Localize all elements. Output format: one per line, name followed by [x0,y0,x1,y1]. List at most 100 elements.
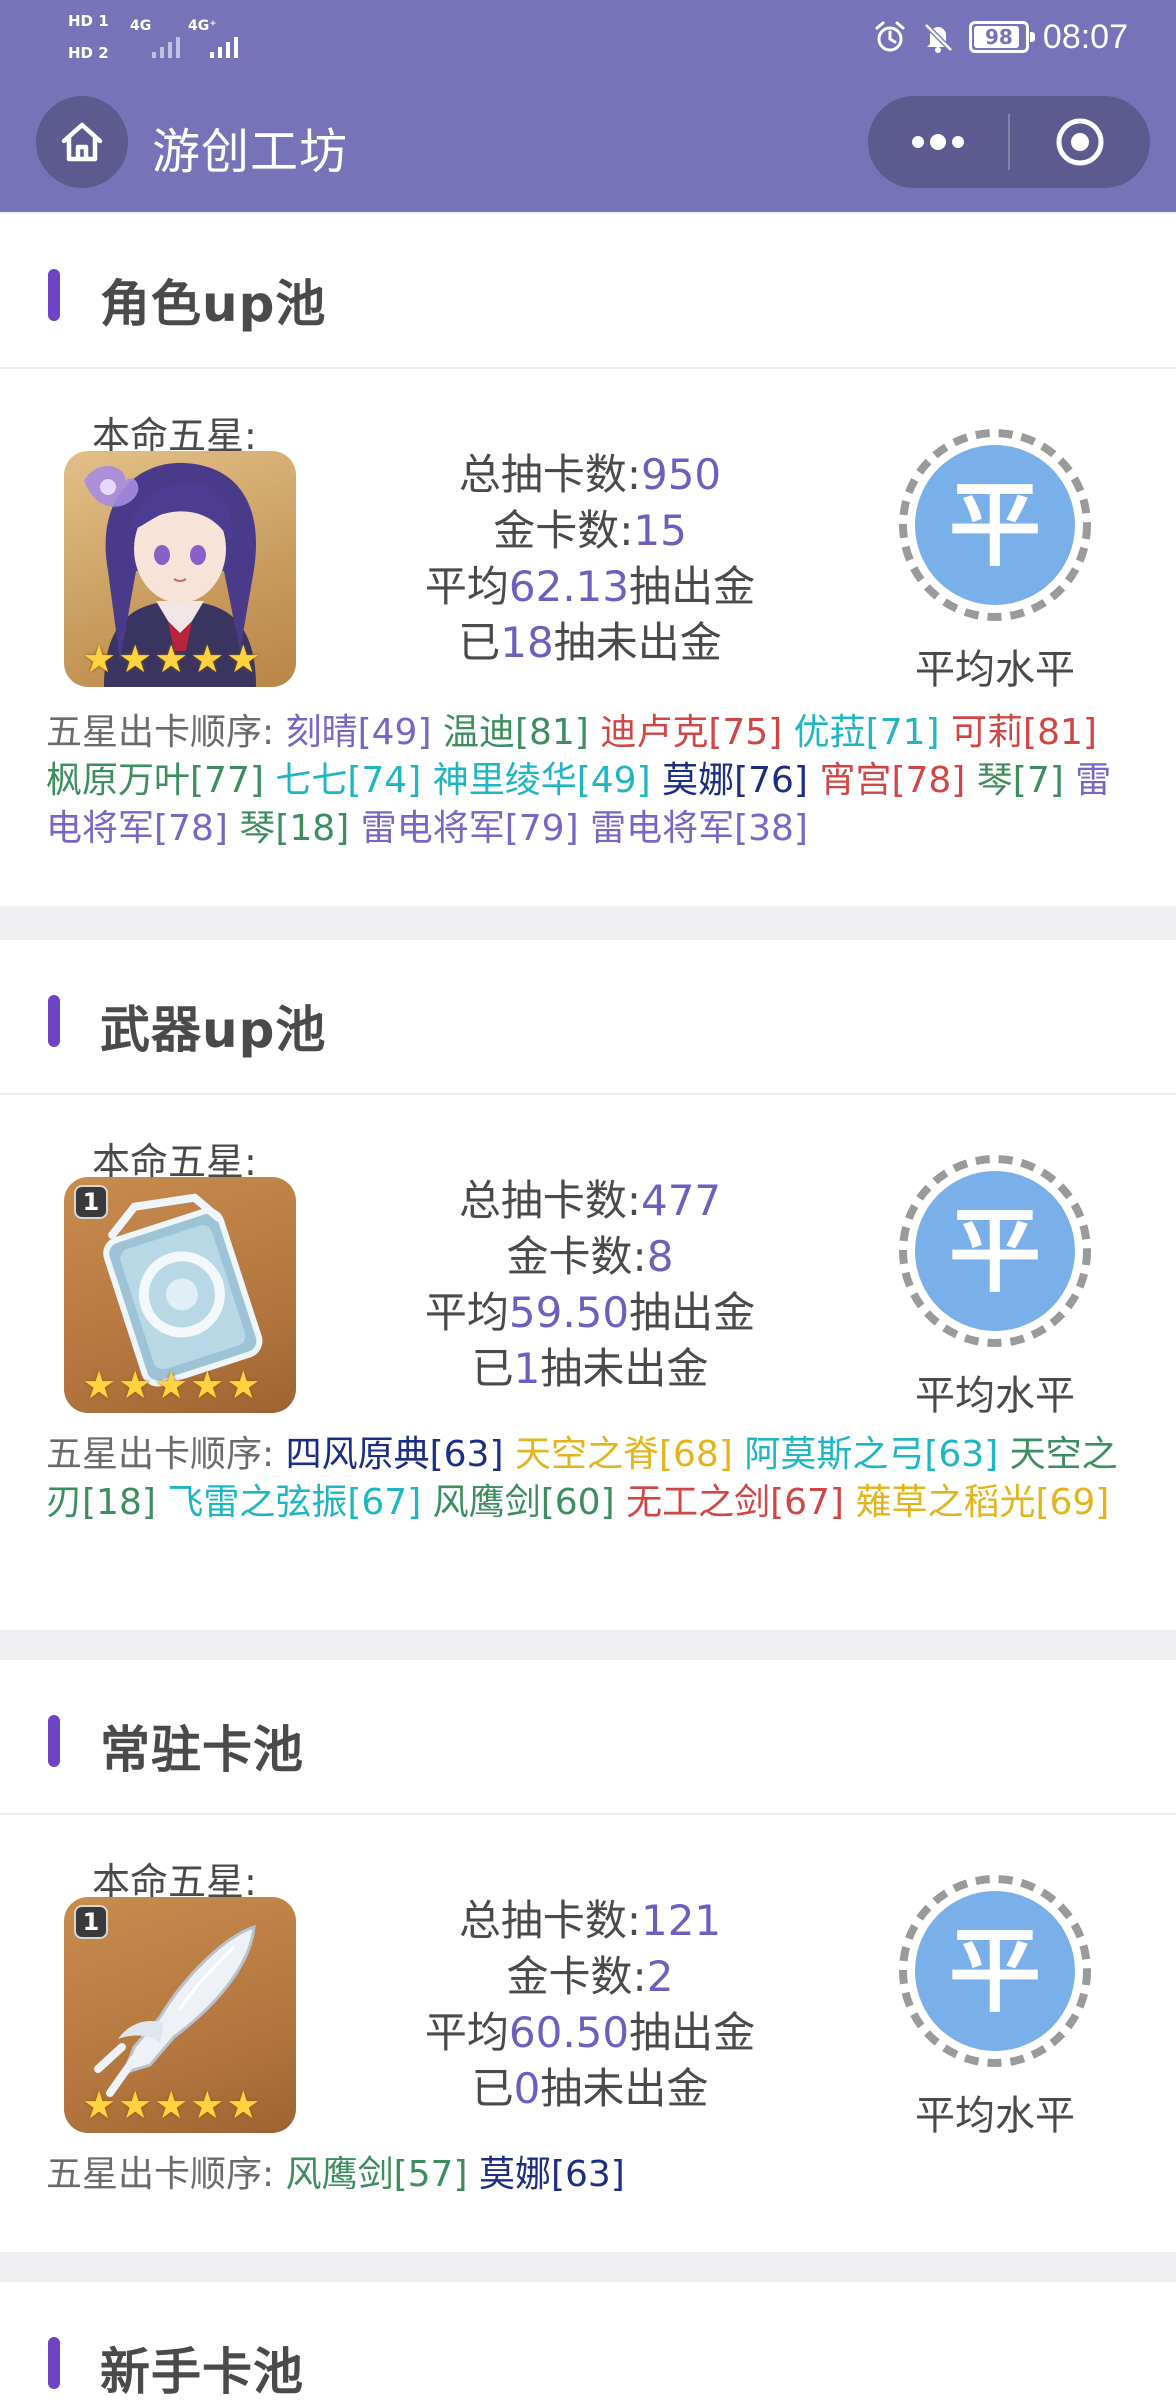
level-label: 平均水平 [915,647,1075,693]
card-title: 武器up池 [100,1001,327,1059]
card-header: 角色up池 [0,214,1176,369]
order-list: 风鹰剑[57] 莫娜[63] [286,2154,625,2195]
order-label: 五星出卡顺序: [46,712,275,753]
five-star-order: 五星出卡顺序: 风鹰剑[57] 莫娜[63] [46,2151,1136,2199]
order-label: 五星出卡顺序: [46,2154,275,2195]
order-item: 神里绫华[49] [432,760,651,801]
five-star-order: 五星出卡顺序: 刻晴[49] 温迪[81] 迪卢克[75] 优菈[71] 可莉[… [46,709,1136,853]
pending-prefix: 已 [471,1344,514,1393]
home-button[interactable] [36,96,128,188]
average-value: 59.50 [508,1288,630,1337]
network-type: 4G [130,18,152,34]
order-item: 四风原典[63] [285,1434,504,1475]
page-title: 游创工坊 [152,124,349,180]
average-prefix: 平均 [424,562,509,611]
accent-bar [48,269,60,321]
mini-program-capsule [868,96,1150,188]
pending-value: 18 [500,618,554,667]
rarity-stars: ★★★★★ [82,1363,263,1407]
order-item: 温迪[81] [442,712,589,753]
five-star-order: 五星出卡顺序: 四风原典[63] 天空之脊[68] 阿莫斯之弓[63] 天空之刃… [46,1431,1136,1527]
battery-level: 98 [984,25,1013,49]
close-button[interactable] [1010,96,1150,188]
order-item: 莫娜[63] [478,2154,625,2195]
pending-prefix: 已 [471,2064,514,2113]
pool-card-weapon: 武器up池 本命五星: 1 ★★★★★ 总抽卡数:477 金卡数:8 平均59.… [0,940,1176,1630]
order-item: 琴[7] [976,760,1064,801]
accent-bar [48,2337,60,2389]
catalyst-weapon-icon: 1 ★★★★★ [64,1177,296,1413]
total-pulls-value: 121 [640,1896,722,1945]
gold-count-label: 金卡数: [506,1952,647,2001]
card-header: 新手卡池 [0,2282,1176,2400]
pull-stats: 总抽卡数:121 金卡数:2 平均60.50抽出金 已0抽未出金 [400,1893,780,2117]
gold-count-label: 金卡数: [506,1232,647,1281]
order-item: 优菈[71] [793,712,940,753]
alarm-icon [875,21,905,52]
status-bar-right: 98 08:07 [873,12,1128,62]
level-label: 平均水平 [915,1373,1075,1419]
pool-card-beginner: 新手卡池 [0,2282,1176,2400]
more-button[interactable] [868,96,1008,188]
refine-badge: 1 [74,1185,108,1219]
pending-value: 0 [513,2064,541,2113]
order-item: 薙草之稻光[69] [855,1482,1110,1523]
pending-prefix: 已 [458,618,501,667]
home-icon [61,122,103,162]
luck-level: 平 平均水平 [880,1151,1110,1421]
order-item: 七七[74] [275,760,422,801]
total-pulls-label: 总抽卡数: [458,1896,641,1945]
card-header: 常驻卡池 [0,1660,1176,1815]
pending-suffix: 抽未出金 [540,2064,709,2113]
medal-glyph: 平 [949,1918,1041,2025]
pull-stats: 总抽卡数:477 金卡数:8 平均59.50抽出金 已1抽未出金 [400,1173,780,1397]
order-item: 可莉[81] [951,712,1097,753]
luck-level: 平 平均水平 [880,425,1110,695]
pool-card-standard: 常驻卡池 本命五星: 1 ★★★★★ 总抽卡数:121 金卡数:2 平均60.5… [0,1660,1176,2252]
average-suffix: 抽出金 [629,2008,756,2057]
order-item: 宵宫[78] [819,760,966,801]
total-pulls-label: 总抽卡数: [458,1176,641,1225]
accent-bar [48,1715,60,1767]
average-value: 62.13 [508,562,630,611]
order-item: 迪卢克[75] [600,712,783,753]
pull-stats: 总抽卡数:950 金卡数:15 平均62.13抽出金 已18抽未出金 [400,447,780,671]
card-title: 常驻卡池 [100,1721,304,1779]
average-prefix: 平均 [424,2008,509,2057]
order-item: 风鹰剑[60] [432,1482,615,1523]
average-value: 60.50 [508,2008,630,2057]
total-pulls-label: 总抽卡数: [458,450,641,499]
refine-badge: 1 [74,1905,108,1939]
total-pulls-value: 950 [640,450,722,499]
pending-suffix: 抽未出金 [540,1344,709,1393]
order-item: 雷电将军[79] [360,808,579,849]
battery-icon: 98 [968,21,1035,53]
total-pulls-value: 477 [640,1176,722,1225]
pool-card-character: 角色up池 本命五星: ★★★★★ 总抽卡数:950 金卡数:15 平均62.1… [0,214,1176,906]
average-prefix: 平均 [424,1288,509,1337]
order-item: 无工之剑[67] [626,1482,844,1523]
order-item: 琴[18] [239,808,350,849]
character-portrait-icon: ★★★★★ [64,451,296,687]
luck-level: 平 平均水平 [880,1871,1110,2141]
order-item: 枫原万叶[77] [46,760,264,801]
average-suffix: 抽出金 [629,562,756,611]
order-item: 飞雷之弦振[67] [167,1482,422,1523]
order-item: 风鹰剑[57] [285,2154,468,2195]
order-item: 天空之脊[68] [514,1434,733,1475]
card-title: 角色up池 [100,275,327,333]
level-label: 平均水平 [915,2093,1075,2139]
order-item: 刻晴[49] [285,712,432,753]
order-item: 莫娜[76] [662,760,808,801]
pending-value: 1 [513,1344,541,1393]
order-item: 雷电将军[38] [590,808,808,849]
signal-icon: 4G⁺ [188,18,258,58]
gold-count-value: 15 [633,506,687,555]
gold-count-label: 金卡数: [493,506,634,555]
medal-icon: 平 [899,1155,1091,1347]
status-time: 08:07 [1042,17,1128,56]
mute-icon [924,23,953,53]
sim2-label: HD 2 [68,44,109,62]
gold-count-value: 2 [646,1952,674,2001]
medal-glyph: 平 [949,472,1041,579]
